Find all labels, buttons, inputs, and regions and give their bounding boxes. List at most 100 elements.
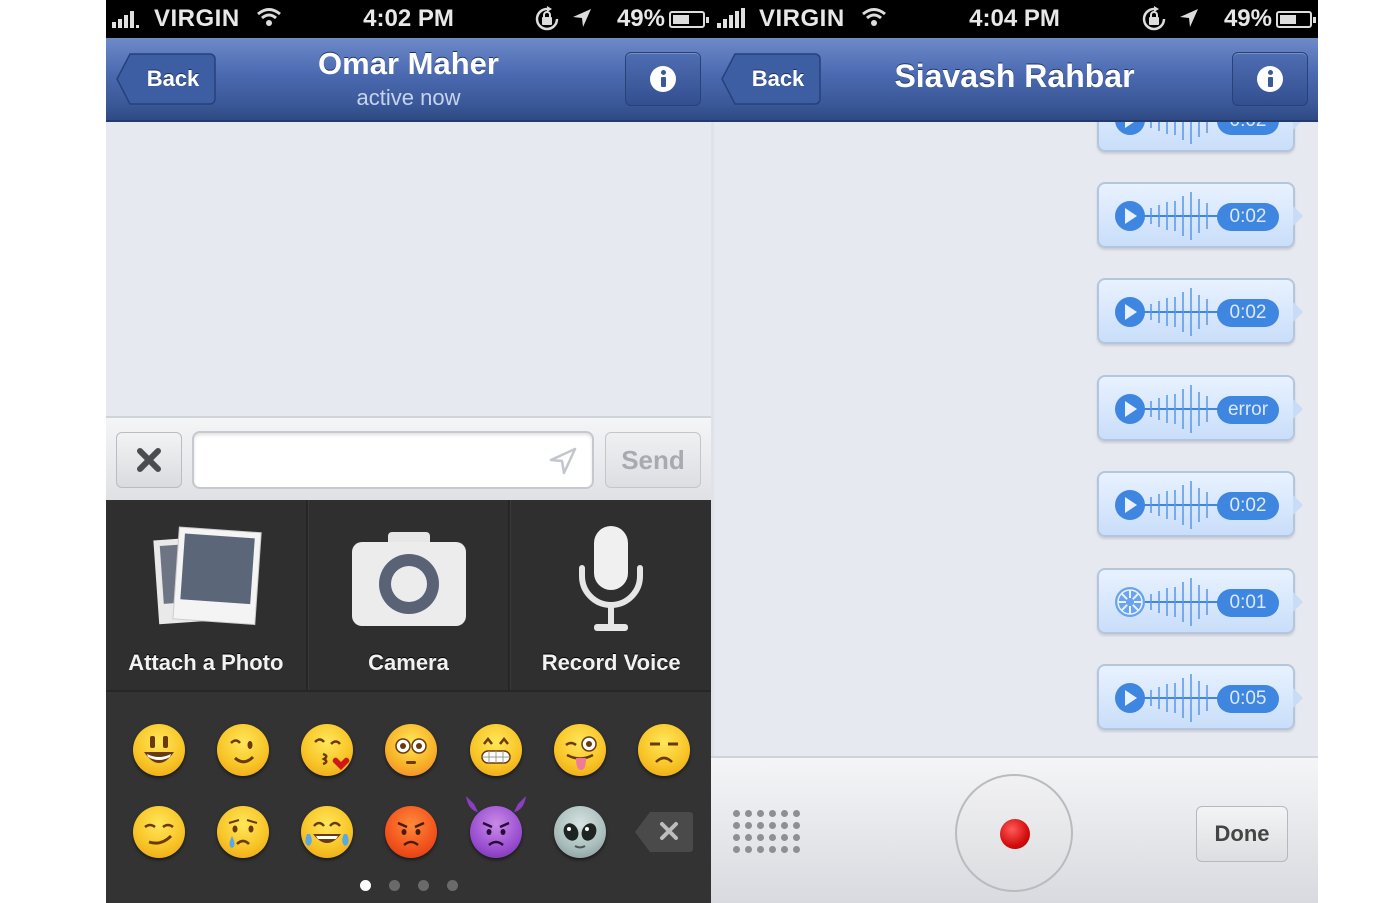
page-dot-2[interactable] xyxy=(388,880,400,891)
backspace-icon xyxy=(634,812,693,852)
waveform xyxy=(1143,481,1223,529)
nav-bar: Back Omar Maher active now xyxy=(106,38,711,122)
location-arrow-icon[interactable] xyxy=(548,446,578,476)
emoji-grimacing[interactable] xyxy=(463,720,529,780)
voice-message[interactable]: 0:02 xyxy=(1097,471,1309,539)
keypad-dot xyxy=(781,822,788,829)
photos-icon xyxy=(153,526,262,626)
keypad-dot xyxy=(769,822,776,829)
play-icon[interactable] xyxy=(1115,297,1145,327)
camera-button[interactable]: Camera xyxy=(307,500,511,690)
battery-icon xyxy=(669,11,709,28)
keypad-dot xyxy=(793,810,800,817)
close-attachments-button[interactable] xyxy=(116,432,182,488)
voice-message[interactable]: 0:02 xyxy=(1097,122,1309,154)
voice-message[interactable]: 0:05 xyxy=(1097,664,1309,732)
play-icon[interactable] xyxy=(1115,490,1145,520)
done-button[interactable]: Done xyxy=(1196,806,1288,862)
play-icon[interactable] xyxy=(1115,683,1145,713)
emoji-wink[interactable] xyxy=(210,720,276,780)
camera-icon xyxy=(351,532,466,626)
emoji-alien[interactable] xyxy=(547,802,613,862)
message-input[interactable] xyxy=(202,439,542,481)
emoji-smiley[interactable] xyxy=(126,720,192,780)
play-icon[interactable] xyxy=(1115,201,1145,231)
record-button[interactable] xyxy=(955,774,1073,892)
keypad-dot xyxy=(745,846,752,853)
battery-percent: 49% xyxy=(1223,5,1272,32)
location-services-icon xyxy=(573,9,591,27)
emoji-stuck-out-tongue-winking-eye[interactable] xyxy=(547,720,613,780)
keypad-dot xyxy=(733,810,740,817)
page-dot-3[interactable] xyxy=(417,880,429,891)
play-icon[interactable] xyxy=(1115,394,1145,424)
record-voice-button[interactable]: Record Voice xyxy=(510,500,711,690)
delete-key[interactable] xyxy=(631,802,697,862)
keypad-dot xyxy=(793,822,800,829)
loading-spinner-icon[interactable] xyxy=(1115,587,1145,617)
emoji-kissing-heart[interactable] xyxy=(294,720,360,780)
emoji-smirk[interactable] xyxy=(126,802,192,862)
info-button[interactable] xyxy=(1232,52,1308,106)
compose-bar: Send xyxy=(106,416,711,500)
voice-message-list: 0:02 0:02 0:02 error 0:02 0:01 0:05 xyxy=(711,122,1318,756)
info-button[interactable] xyxy=(625,52,701,106)
contact-name: Omar Maher xyxy=(318,46,499,81)
page-dot-4[interactable] xyxy=(446,880,458,891)
page-dot-1[interactable] xyxy=(359,880,371,891)
bubble-tail xyxy=(1293,688,1303,708)
keypad-button[interactable] xyxy=(733,810,803,856)
back-button[interactable]: Back xyxy=(116,52,216,106)
bubble-tail xyxy=(1293,592,1303,612)
keypad-dot xyxy=(757,846,764,853)
voice-recorder-bar: Done xyxy=(711,756,1318,903)
voice-message[interactable]: 0:01 xyxy=(1097,568,1309,636)
bubble-tail xyxy=(1293,206,1303,226)
keypad-dot xyxy=(781,846,788,853)
attachment-panel: Attach a Photo Camera Record Voice xyxy=(106,500,711,690)
emoji-page-indicator xyxy=(106,880,711,891)
keypad-dot xyxy=(733,822,740,829)
keypad-dot xyxy=(757,834,764,841)
voice-duration: 0:02 xyxy=(1217,299,1279,327)
bubble-tail xyxy=(1293,122,1303,130)
voice-message[interactable]: 0:02 xyxy=(1097,182,1309,250)
emoji-flushed[interactable] xyxy=(378,720,444,780)
back-button[interactable]: Back xyxy=(721,52,821,106)
voice-duration: 0:02 xyxy=(1217,203,1279,231)
keypad-dot xyxy=(745,810,752,817)
camera-label: Camera xyxy=(368,650,449,675)
emoji-imp[interactable] xyxy=(463,796,529,862)
send-button[interactable]: Send xyxy=(605,432,701,488)
voice-duration: 0:01 xyxy=(1217,589,1279,617)
keypad-dot xyxy=(757,810,764,817)
message-list xyxy=(106,122,711,416)
contact-name: Siavash Rahbar xyxy=(894,58,1135,94)
keypad-dot xyxy=(793,846,800,853)
nav-bar: Back Siavash Rahbar xyxy=(711,38,1318,122)
bubble-tail xyxy=(1293,399,1303,419)
waveform xyxy=(1150,122,1208,144)
waveform xyxy=(1143,192,1223,240)
waveform xyxy=(1143,385,1223,433)
attach-photo-button[interactable]: Attach a Photo xyxy=(106,500,308,690)
emoji-rage[interactable] xyxy=(378,802,444,862)
battery-percent: 49% xyxy=(616,5,665,32)
chat-screen-siavash: VIRGIN 4:04 PM 49% Back Siavash Rahbar 0… xyxy=(711,0,1318,903)
voice-duration: error xyxy=(1217,396,1279,424)
info-icon xyxy=(1257,66,1283,92)
voice-message[interactable]: 0:02 xyxy=(1097,278,1309,346)
emoji-row xyxy=(126,796,697,862)
emoji-cry[interactable] xyxy=(210,802,276,862)
keypad-dot xyxy=(757,822,764,829)
status-bar: VIRGIN 4:02 PM 49% xyxy=(106,0,711,38)
keypad-dot xyxy=(733,846,740,853)
message-input-field[interactable] xyxy=(192,431,594,489)
voice-message[interactable]: error xyxy=(1097,375,1309,443)
microphone-icon xyxy=(579,526,644,631)
emoji-unamused[interactable] xyxy=(631,720,697,780)
keypad-dot xyxy=(769,846,776,853)
voice-duration: 0:02 xyxy=(1217,492,1279,520)
emoji-joy[interactable] xyxy=(294,802,360,862)
keypad-dot xyxy=(781,810,788,817)
